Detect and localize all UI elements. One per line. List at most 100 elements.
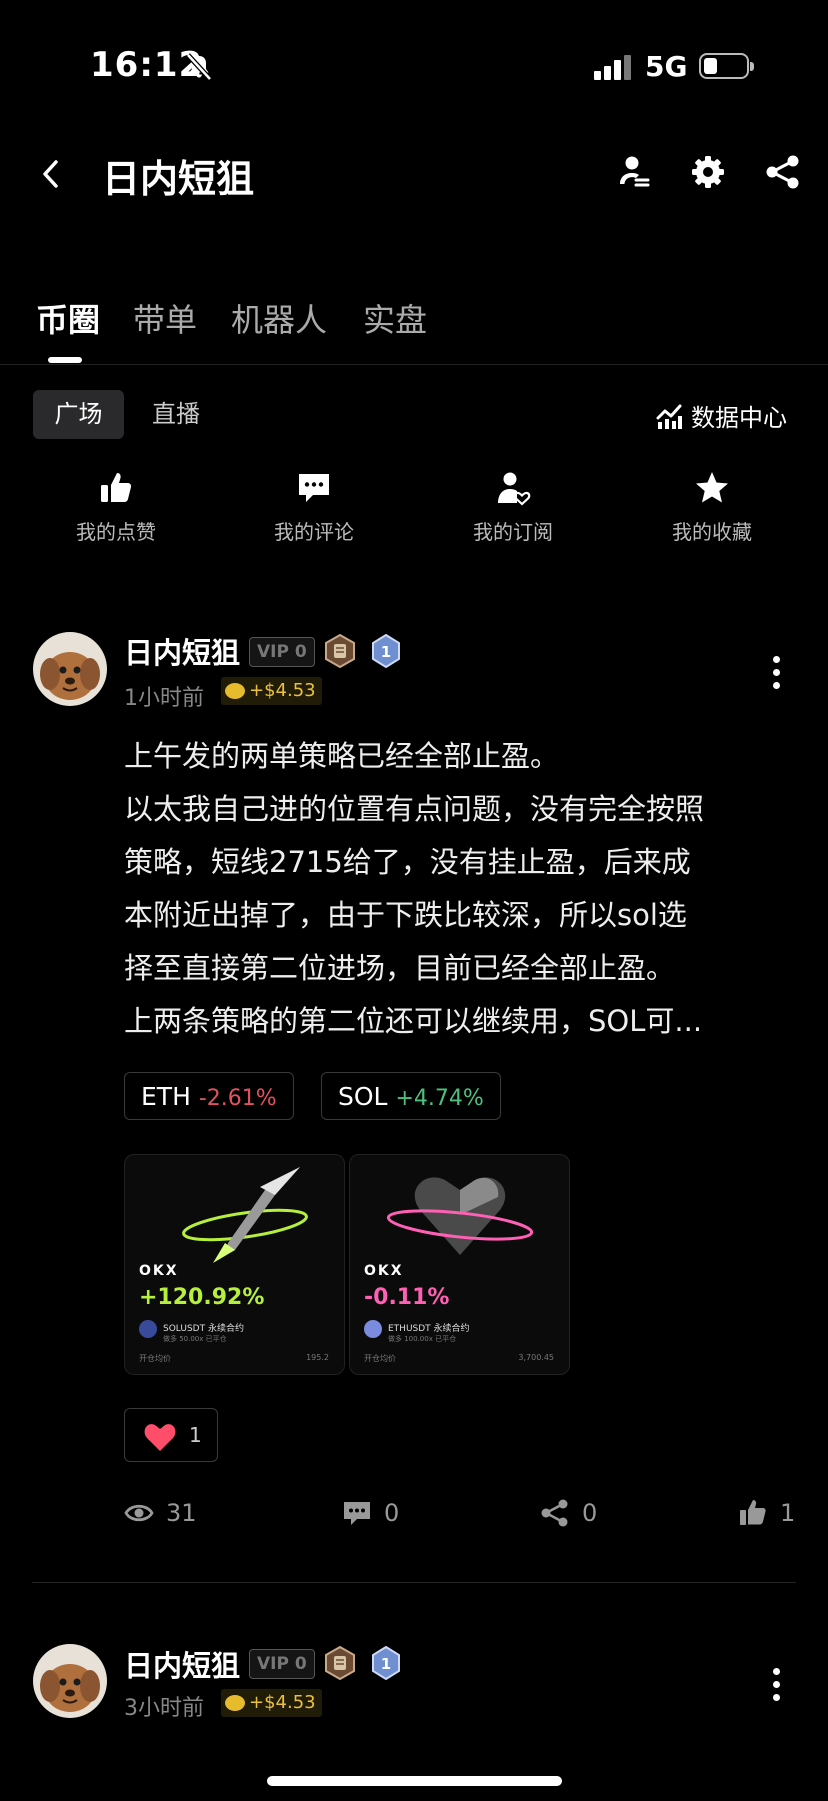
scroll-badge-icon: [325, 1646, 355, 1680]
level-badge-number: 1: [381, 1655, 391, 1673]
likes-count: 1: [780, 1499, 796, 1527]
post-divider: [32, 1582, 796, 1583]
card-pnl-pct: +120.92%: [139, 1285, 265, 1310]
my-favorites-label: 我的收藏: [672, 520, 752, 544]
tab-robot[interactable]: 机器人: [231, 295, 327, 341]
eye-icon: [124, 1504, 154, 1522]
post-line: 以太我自己进的位置有点问题，没有完全按照: [124, 792, 705, 826]
subtab-plaza[interactable]: 广场: [33, 390, 124, 439]
page-title: 日内短狙: [102, 157, 255, 201]
card-meta: 3,700.45 开仓均价: [364, 1353, 554, 1364]
shares-count: 0: [582, 1499, 598, 1527]
card-pair-sub: 做多 50.00x 已平仓: [163, 1335, 227, 1343]
home-indicator: [267, 1776, 562, 1786]
card-meta: 195.2 开仓均价: [139, 1353, 329, 1364]
ticker-symbol: SOL: [338, 1082, 388, 1111]
data-center-link[interactable]: 数据中心: [655, 398, 787, 433]
more-options-icon[interactable]: [771, 1668, 781, 1708]
author-avatar[interactable]: [33, 1644, 107, 1718]
my-likes-label: 我的点赞: [76, 520, 156, 544]
post-time: 3小时前: [124, 1696, 204, 1721]
post-author-name[interactable]: 日内短狙: [124, 1643, 240, 1685]
subscribe-icon: [498, 472, 531, 506]
post-content[interactable]: 上午发的两单策略已经全部止盈。 以太我自己进的位置有点问题，没有完全按照 策略，…: [124, 730, 804, 1048]
tabs-divider: [0, 364, 828, 365]
card-meta-value: 195.2: [306, 1353, 329, 1362]
user-switch-icon[interactable]: [614, 152, 654, 192]
vip-badge: VIP 0: [249, 1649, 315, 1679]
card-pair-name: ETHUSDT 永续合约: [388, 1324, 470, 1334]
pnl-share-card-2[interactable]: OKX -0.11% ETHUSDT 永续合约 做多 100.00x 已平仓 3…: [349, 1154, 570, 1375]
my-comments-label: 我的评论: [274, 520, 354, 544]
my-subscriptions-button[interactable]: 我的订阅: [443, 470, 583, 545]
sol-coin-icon: [139, 1320, 157, 1338]
card-pair: SOLUSDT 永续合约 做多 50.00x 已平仓: [163, 1321, 244, 1344]
heart-icon: [144, 1424, 176, 1451]
share-icon[interactable]: [763, 152, 803, 192]
ticker-symbol: ETH: [141, 1082, 191, 1111]
pnl-share-card-1[interactable]: OKX +120.92% SOLUSDT 永续合约 做多 50.00x 已平仓 …: [124, 1154, 345, 1375]
active-tab-indicator: [48, 357, 82, 363]
star-icon: [696, 472, 728, 503]
profit-badge: +$4.53: [221, 1689, 322, 1717]
card-pnl-pct: -0.11%: [364, 1285, 450, 1310]
comments-count: 0: [384, 1499, 400, 1527]
post-time: 1小时前: [124, 686, 204, 711]
data-chart-icon: [656, 404, 682, 429]
post-line: 上两条策略的第二位还可以继续用，SOL可...: [124, 1004, 703, 1038]
post-line: 择至直接第二位进场，目前已经全部止盈。: [124, 951, 676, 985]
level-badge-number: 1: [381, 643, 391, 661]
comment-icon: [299, 474, 329, 502]
card-brand: OKX: [364, 1263, 404, 1279]
data-center-label: 数据中心: [691, 404, 787, 432]
scroll-badge-icon: [325, 634, 355, 668]
likes-stat[interactable]: 1: [738, 1498, 795, 1528]
card-brand: OKX: [139, 1263, 179, 1279]
my-likes-button[interactable]: 我的点赞: [46, 470, 186, 545]
post-line: 本附近出掉了，由于下跌比较深，所以sol选: [124, 898, 687, 932]
tab-biquan[interactable]: 币圈: [36, 295, 100, 341]
post-author-name[interactable]: 日内短狙: [124, 630, 240, 672]
coin-icon: [225, 683, 245, 699]
card-pair-name: SOLUSDT 永续合约: [163, 1324, 244, 1334]
comments-stat[interactable]: 0: [342, 1498, 399, 1528]
ticker-pill-sol[interactable]: SOL +4.74%: [321, 1072, 501, 1120]
card-meta-value: 3,700.45: [518, 1353, 554, 1362]
bell-muted-icon: [186, 53, 212, 81]
ticker-pill-eth[interactable]: ETH -2.61%: [124, 1072, 294, 1120]
coin-icon: [225, 1695, 245, 1711]
level-badge-icon: 1: [372, 634, 400, 668]
my-subscriptions-label: 我的订阅: [473, 520, 553, 544]
ticker-change: +4.74%: [395, 1086, 484, 1111]
back-chevron-icon[interactable]: [36, 156, 66, 192]
eth-coin-icon: [364, 1320, 382, 1338]
shares-stat[interactable]: 0: [540, 1498, 597, 1528]
post-line: 策略，短线2715给了，没有挂止盈，后来成: [124, 845, 691, 879]
tab-shipan[interactable]: 实盘: [363, 295, 427, 341]
subtab-live[interactable]: 直播: [152, 390, 200, 439]
profit-badge: +$4.53: [221, 677, 322, 705]
my-favorites-button[interactable]: 我的收藏: [642, 470, 782, 545]
heart-illustration-icon: [386, 1177, 534, 1255]
post-line: 上午发的两单策略已经全部止盈。: [124, 739, 560, 773]
rocket-illustration-icon: [182, 1167, 308, 1263]
dog-avatar-icon: [33, 1644, 107, 1718]
tab-daidan[interactable]: 带单: [133, 295, 197, 341]
network-type: 5G: [645, 50, 688, 83]
views-stat: 31: [124, 1498, 197, 1528]
more-options-icon[interactable]: [771, 656, 781, 696]
card-pair: ETHUSDT 永续合约 做多 100.00x 已平仓: [388, 1321, 470, 1344]
card-meta-label: 开仓均价: [139, 1354, 171, 1363]
battery-icon: [699, 53, 754, 79]
views-count: 31: [166, 1499, 197, 1527]
settings-gear-icon[interactable]: [688, 152, 728, 192]
thumbs-up-icon: [740, 1500, 766, 1525]
ticker-change: -2.61%: [198, 1086, 277, 1111]
thumbs-up-icon: [101, 473, 132, 502]
heart-reaction-button[interactable]: 1: [124, 1408, 218, 1462]
profit-value: +$4.53: [249, 1692, 316, 1713]
author-avatar[interactable]: [33, 632, 107, 706]
my-comments-button[interactable]: 我的评论: [244, 470, 384, 545]
dog-avatar-icon: [33, 632, 107, 706]
level-badge-icon: 1: [372, 1646, 400, 1680]
